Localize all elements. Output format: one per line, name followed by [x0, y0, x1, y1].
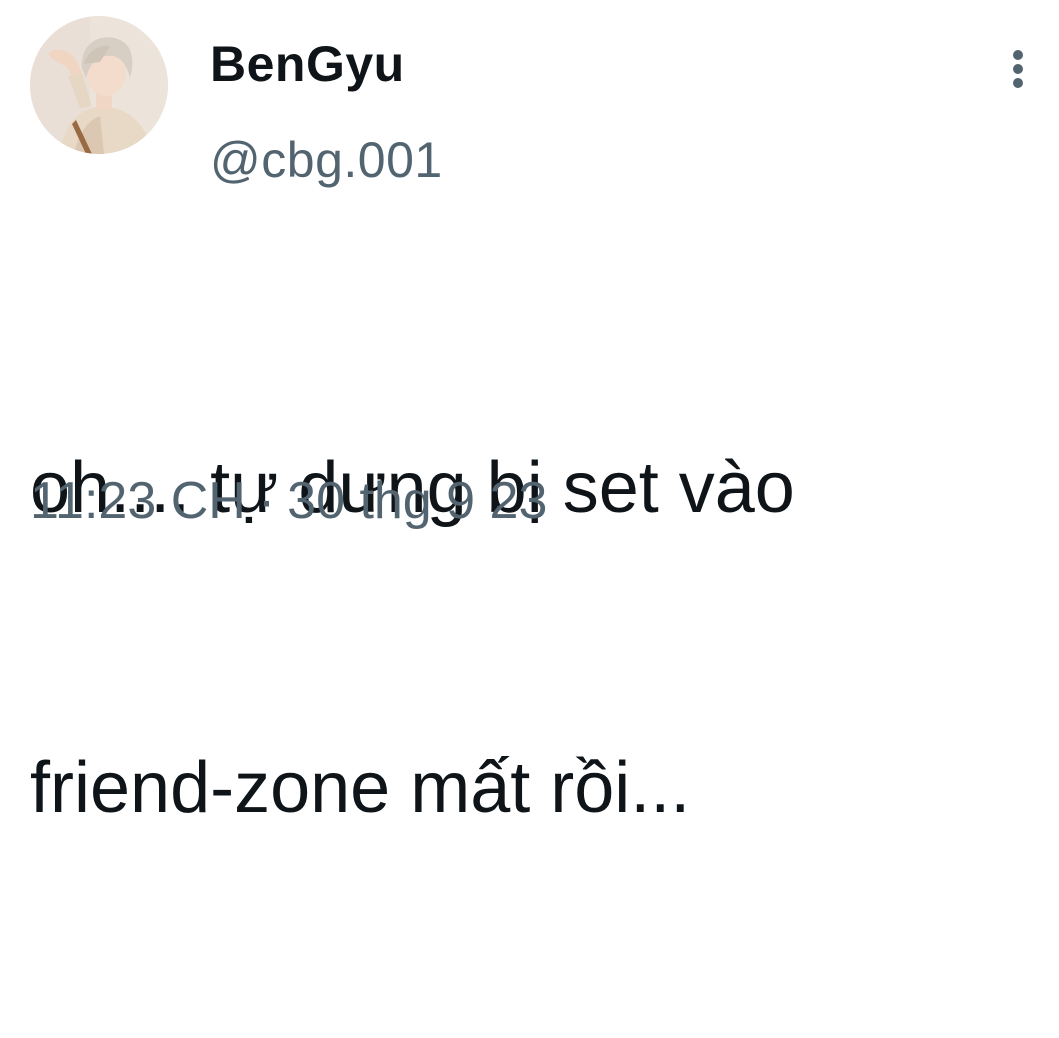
more-vertical-icon-dot: [1013, 64, 1023, 74]
tweet-text-line-2: friend-zone mất rồi...: [30, 748, 691, 828]
user-handle[interactable]: @cbg.001: [210, 130, 443, 190]
timestamp-separator: ·: [257, 472, 276, 530]
display-name[interactable]: BenGyu: [210, 34, 405, 94]
tweet-time: 11:23 CH: [30, 472, 246, 530]
avatar-image: [30, 16, 168, 154]
avatar[interactable]: [30, 16, 168, 154]
tweet: BenGyu @cbg.001 oh.... tự dưng bị set và…: [0, 0, 1059, 828]
more-options-button[interactable]: [1000, 44, 1036, 92]
timestamp[interactable]: 11:23 CH · 30 thg 9 23: [30, 470, 547, 532]
tweet-text: oh.... tự dưng bị set vào friend-zone mấ…: [30, 238, 1020, 1038]
tweet-date: 30 thg 9 23: [287, 472, 548, 530]
more-vertical-icon-dot: [1013, 78, 1023, 88]
more-vertical-icon: [1013, 50, 1023, 60]
